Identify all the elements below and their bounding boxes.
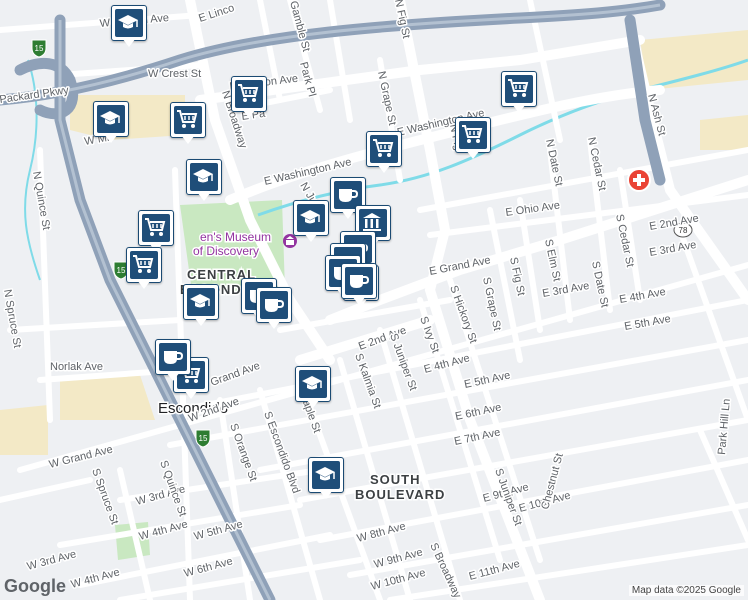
google-logo: Google [4, 576, 66, 596]
hospital-icon[interactable] [627, 168, 651, 192]
map-marker-school[interactable] [308, 457, 344, 501]
area-boulevard: BOULEVARD [355, 487, 445, 502]
map-marker-shopping[interactable] [170, 102, 206, 146]
map-marker-shopping[interactable] [455, 117, 491, 161]
shield-label: 15 [199, 434, 208, 443]
svg-text:W Crest St: W Crest St [148, 68, 201, 80]
highway-shield-15-south: 15 [195, 429, 211, 448]
area-south: SOUTH [370, 472, 421, 487]
museum-label-2[interactable]: of Discovery [192, 243, 261, 260]
map-marker-school[interactable] [93, 101, 129, 145]
svg-text:Norlak Ave: Norlak Ave [50, 361, 103, 373]
map-marker-cafe[interactable] [155, 339, 191, 383]
map-marker-school[interactable] [186, 159, 222, 203]
shield-label: 15 [35, 44, 44, 53]
map-attribution[interactable]: Map data ©2025 Google [628, 585, 744, 596]
highway-shield-15-north: 15 [31, 39, 47, 58]
museum-label[interactable]: en's Museum [199, 229, 273, 246]
map-marker-shopping[interactable] [501, 71, 537, 115]
map-marker-shopping[interactable] [126, 247, 162, 291]
shield-label: 15 [117, 266, 126, 275]
map-marker-school[interactable] [293, 200, 329, 244]
map-marker-school[interactable] [183, 284, 219, 328]
map-marker-shopping[interactable] [366, 131, 402, 175]
map-marker-shopping[interactable] [231, 76, 267, 120]
map-marker-school[interactable] [111, 5, 147, 49]
map-marker-school[interactable] [295, 366, 331, 410]
map-marker-cafe[interactable] [341, 263, 377, 307]
map-marker-cafe[interactable] [256, 287, 292, 331]
